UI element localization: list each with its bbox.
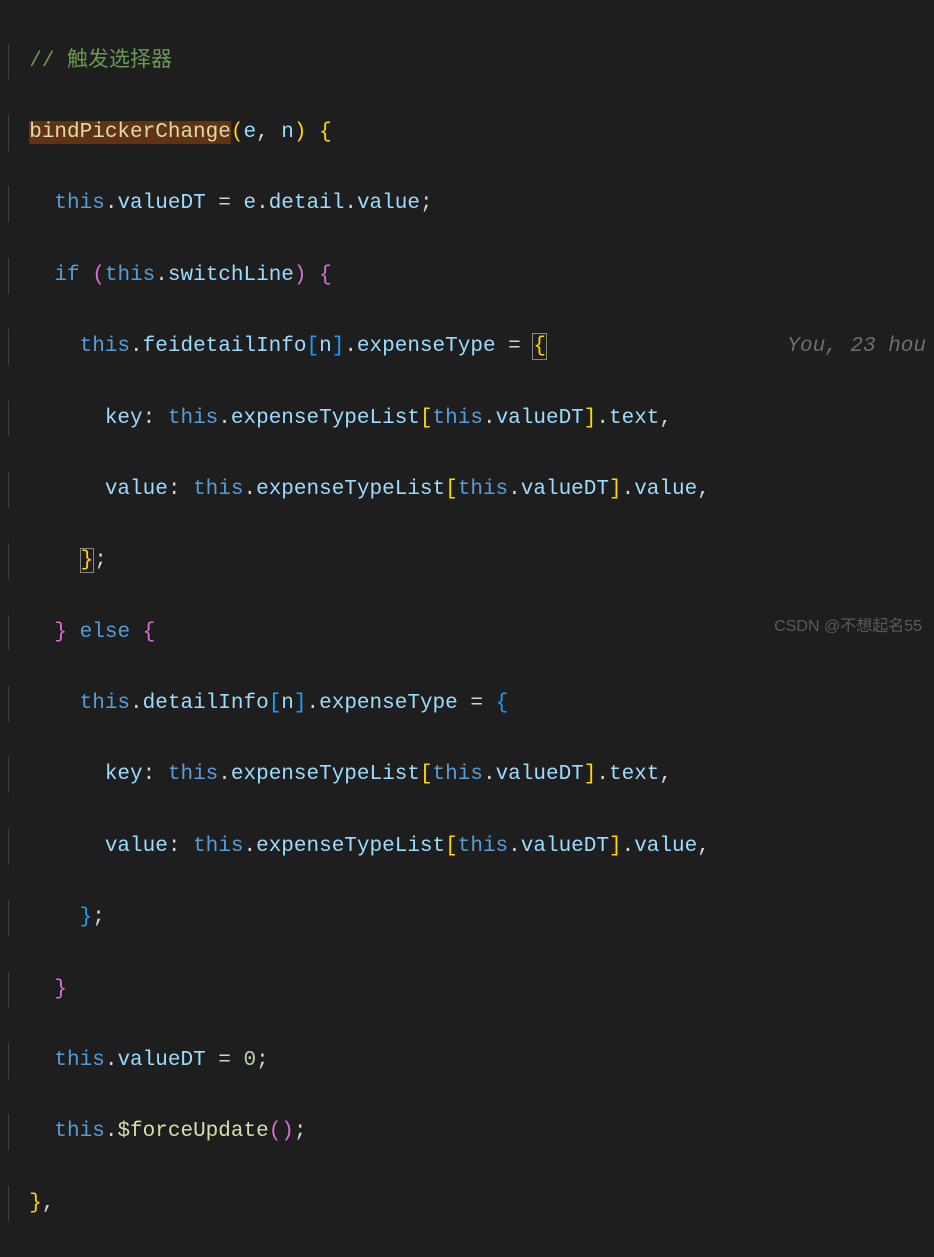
code-line: value: this.expenseTypeList[this.valueDT… bbox=[4, 829, 934, 865]
code-line: }; bbox=[4, 900, 934, 936]
code-line: this.feidetailInfo[n].expenseType = {You… bbox=[4, 329, 934, 365]
code-line: }, bbox=[4, 1186, 934, 1222]
code-line: key: this.expenseTypeList[this.valueDT].… bbox=[4, 401, 934, 437]
code-line: // 触发选择器 bbox=[4, 44, 934, 80]
function-name: bindPickerChange bbox=[29, 121, 231, 144]
code-line: key: this.expenseTypeList[this.valueDT].… bbox=[4, 757, 934, 793]
comment: // 触发选择器 bbox=[29, 50, 172, 73]
code-line: bindPickerChange(e, n) { bbox=[4, 115, 934, 151]
code-line: value: this.expenseTypeList[this.valueDT… bbox=[4, 472, 934, 508]
code-line: this.detailInfo[n].expenseType = { bbox=[4, 686, 934, 722]
code-line: if (this.switchLine) { bbox=[4, 258, 934, 294]
code-line: this.valueDT = 0; bbox=[4, 1043, 934, 1079]
git-blame: You, 23 hou bbox=[787, 329, 926, 365]
cursor: { bbox=[532, 333, 547, 360]
code-line: this.valueDT = e.detail.value; bbox=[4, 186, 934, 222]
code-line: }; bbox=[4, 543, 934, 579]
code-line: this.$forceUpdate(); bbox=[4, 1114, 934, 1150]
code-line: } bbox=[4, 972, 934, 1008]
watermark: CSDN @不想起名55 bbox=[774, 613, 922, 640]
